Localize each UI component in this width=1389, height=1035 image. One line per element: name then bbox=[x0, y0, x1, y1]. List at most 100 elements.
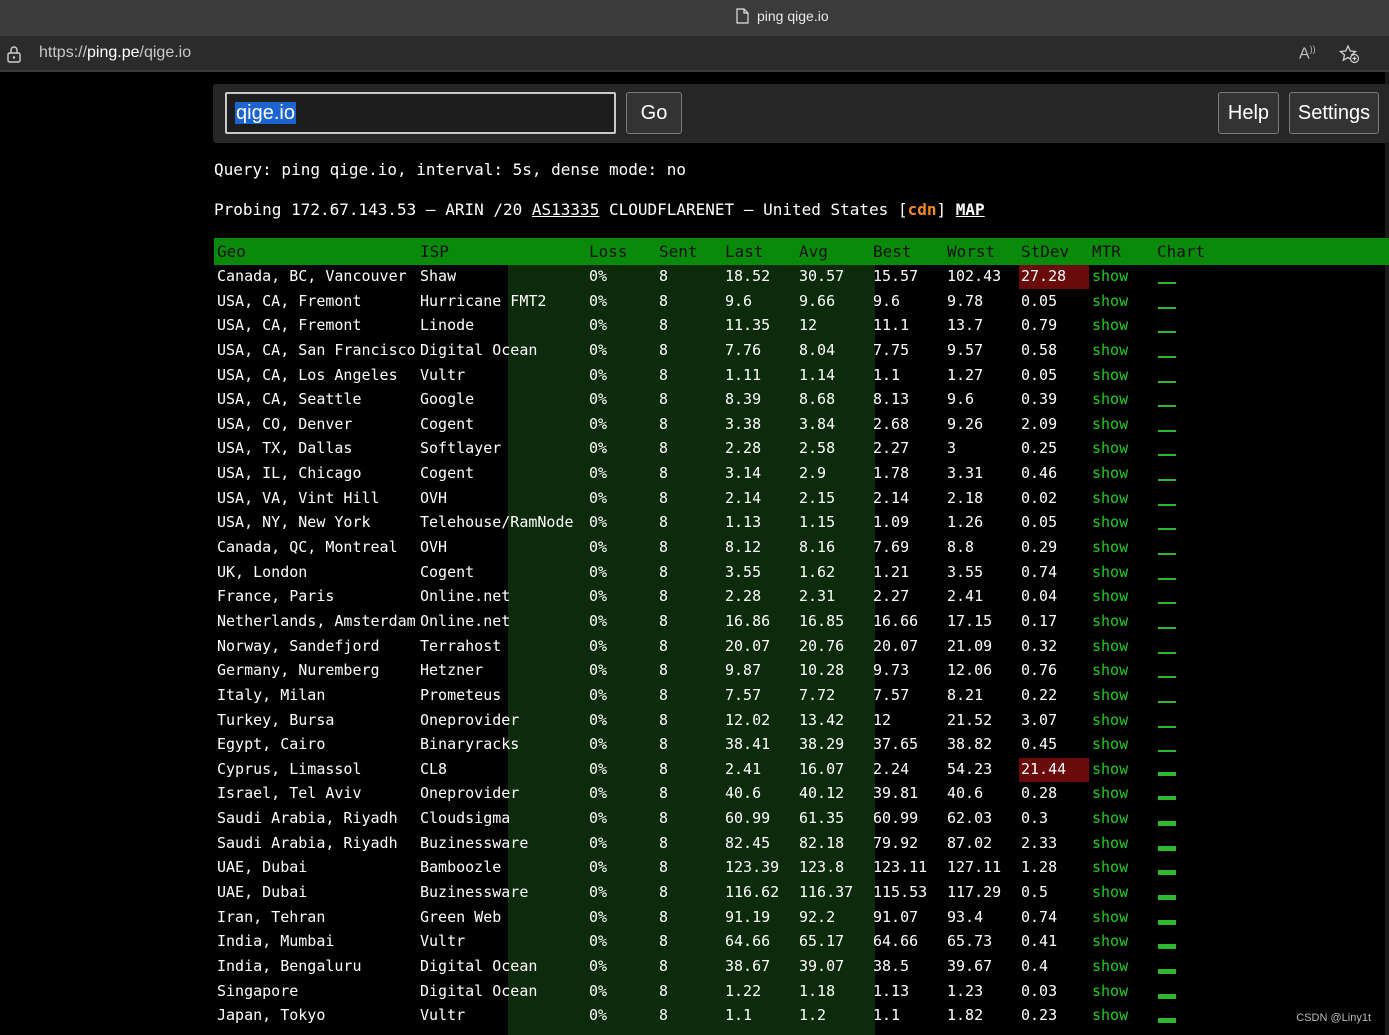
table-row: USA, TX, Dallas Softlayer 0% 8 2.28 2.58 2.27 3… bbox=[214, 437, 1389, 462]
asn-link[interactable]: AS13335 bbox=[532, 200, 599, 219]
column-header-geo[interactable]: Geo bbox=[217, 242, 246, 261]
cell-last: 60.99 bbox=[725, 809, 771, 828]
cell-stdev: 1.28 bbox=[1021, 858, 1058, 877]
cell-geo: France, Paris bbox=[217, 587, 335, 606]
cell-best: 2.27 bbox=[873, 439, 910, 458]
address-bar[interactable]: https://ping.pe/qige.io A)) bbox=[0, 36, 1389, 70]
cell-best: 7.75 bbox=[873, 340, 910, 359]
mtr-show-link[interactable]: show bbox=[1092, 711, 1128, 729]
column-header-last[interactable]: Last bbox=[725, 242, 764, 261]
mtr-show-link[interactable]: show bbox=[1092, 932, 1128, 950]
cell-worst: 87.02 bbox=[947, 833, 993, 852]
mtr-show-link[interactable]: show bbox=[1092, 489, 1128, 507]
mtr-show-link[interactable]: show bbox=[1092, 464, 1128, 482]
cell-loss: 0% bbox=[589, 735, 608, 754]
cell-avg: 65.17 bbox=[799, 932, 845, 951]
mtr-show-link[interactable]: show bbox=[1092, 316, 1128, 334]
mtr-show-link[interactable]: show bbox=[1092, 834, 1128, 852]
mtr-show-link[interactable]: show bbox=[1092, 439, 1128, 457]
browser-tab[interactable]: ping qige.io bbox=[736, 6, 829, 26]
column-header-loss[interactable]: Loss bbox=[589, 242, 628, 261]
mtr-show-link[interactable]: show bbox=[1092, 538, 1128, 556]
cell-stdev: 0.32 bbox=[1021, 636, 1058, 655]
mtr-show-link[interactable]: show bbox=[1092, 390, 1128, 408]
cell-best: 7.69 bbox=[873, 538, 910, 557]
cell-last: 3.55 bbox=[725, 562, 762, 581]
cell-sent: 8 bbox=[659, 710, 669, 729]
mtr-show-link[interactable]: show bbox=[1092, 686, 1128, 704]
settings-button[interactable]: Settings bbox=[1289, 92, 1379, 134]
url-text[interactable]: https://ping.pe/qige.io bbox=[39, 44, 191, 62]
column-header-chart[interactable]: Chart bbox=[1157, 242, 1205, 261]
cell-stdev: 0.39 bbox=[1021, 390, 1058, 409]
table-row: USA, IL, Chicago Cogent 0% 8 3.14 2.9 1.78 3.31… bbox=[214, 462, 1389, 487]
table-row: Singapore Digital Ocean 0% 8 1.22 1.18 1.13 1.2… bbox=[214, 980, 1389, 1005]
cell-geo: Saudi Arabia, Riyadh bbox=[217, 809, 398, 828]
cell-best: 2.14 bbox=[873, 488, 910, 507]
cell-last: 1.11 bbox=[725, 365, 762, 384]
mtr-show-link[interactable]: show bbox=[1092, 341, 1128, 359]
help-button[interactable]: Help bbox=[1218, 92, 1279, 134]
cell-worst: 2.41 bbox=[947, 587, 984, 606]
column-header-best[interactable]: Best bbox=[873, 242, 912, 261]
cell-best: 115.53 bbox=[873, 883, 928, 902]
mtr-show-link[interactable]: show bbox=[1092, 760, 1128, 778]
column-header-stdev[interactable]: StDev bbox=[1021, 242, 1069, 261]
mtr-show-link[interactable]: show bbox=[1092, 267, 1128, 285]
read-aloud-icon[interactable]: A)) bbox=[1299, 44, 1316, 63]
cell-isp: OVH bbox=[420, 538, 448, 557]
mtr-show-link[interactable]: show bbox=[1092, 587, 1128, 605]
cell-loss: 0% bbox=[589, 907, 608, 926]
cell-last: 123.39 bbox=[725, 858, 780, 877]
cell-loss: 0% bbox=[589, 587, 608, 606]
mtr-show-link[interactable]: show bbox=[1092, 513, 1128, 531]
column-header-isp[interactable]: ISP bbox=[420, 242, 449, 261]
table-header: Geo ISP Loss Sent Last Avg Best Worst StDev MTR Ch… bbox=[214, 238, 1389, 265]
cell-geo: USA, CO, Denver bbox=[217, 414, 353, 433]
probe-prefix: Probing 172.67.143.53 — ARIN /20 bbox=[214, 200, 532, 219]
mtr-show-link[interactable]: show bbox=[1092, 1006, 1128, 1024]
lock-icon[interactable] bbox=[6, 45, 22, 63]
cell-avg: 7.72 bbox=[799, 685, 836, 704]
cell-stdev: 0.05 bbox=[1021, 365, 1058, 384]
table-row: Germany, Nuremberg Hetzner 0% 8 9.87 10.28 9.7… bbox=[214, 659, 1389, 684]
host-search-input[interactable]: qige.io bbox=[225, 92, 616, 134]
mtr-show-link[interactable]: show bbox=[1092, 661, 1128, 679]
cell-best: 123.11 bbox=[873, 858, 928, 877]
mtr-show-link[interactable]: show bbox=[1092, 366, 1128, 384]
cell-last: 7.76 bbox=[725, 340, 762, 359]
add-favorite-icon[interactable] bbox=[1338, 44, 1360, 64]
map-link[interactable]: MAP bbox=[956, 200, 985, 219]
cell-stdev: 27.28 bbox=[1021, 267, 1067, 285]
go-button[interactable]: Go bbox=[626, 92, 682, 134]
mtr-show-link[interactable]: show bbox=[1092, 563, 1128, 581]
mtr-show-link[interactable]: show bbox=[1092, 612, 1128, 630]
mtr-show-link[interactable]: show bbox=[1092, 292, 1128, 310]
latency-sparkline bbox=[1158, 577, 1176, 580]
column-header-avg[interactable]: Avg bbox=[799, 242, 828, 261]
cell-sent: 8 bbox=[659, 858, 669, 877]
cell-avg: 1.2 bbox=[799, 1006, 827, 1025]
mtr-show-link[interactable]: show bbox=[1092, 784, 1128, 802]
column-header-mtr[interactable]: MTR bbox=[1092, 242, 1121, 261]
cell-best: 16.66 bbox=[873, 611, 919, 630]
mtr-show-link[interactable]: show bbox=[1092, 637, 1128, 655]
cell-loss: 0% bbox=[589, 414, 608, 433]
mtr-show-link[interactable]: show bbox=[1092, 883, 1128, 901]
mtr-show-link[interactable]: show bbox=[1092, 957, 1128, 975]
mtr-show-link[interactable]: show bbox=[1092, 982, 1128, 1000]
mtr-show-link[interactable]: show bbox=[1092, 735, 1128, 753]
column-header-worst[interactable]: Worst bbox=[947, 242, 995, 261]
cell-avg: 123.8 bbox=[799, 858, 845, 877]
cell-worst: 40.6 bbox=[947, 784, 984, 803]
mtr-show-link[interactable]: show bbox=[1092, 809, 1128, 827]
cell-isp: Telehouse/RamNode bbox=[420, 513, 574, 532]
cell-sent: 8 bbox=[659, 1006, 669, 1025]
cell-isp: Linode bbox=[420, 316, 475, 335]
mtr-show-link[interactable]: show bbox=[1092, 858, 1128, 876]
cell-loss: 0% bbox=[589, 858, 608, 877]
mtr-show-link[interactable]: show bbox=[1092, 908, 1128, 926]
cell-loss: 0% bbox=[589, 538, 608, 557]
mtr-show-link[interactable]: show bbox=[1092, 415, 1128, 433]
column-header-sent[interactable]: Sent bbox=[659, 242, 698, 261]
